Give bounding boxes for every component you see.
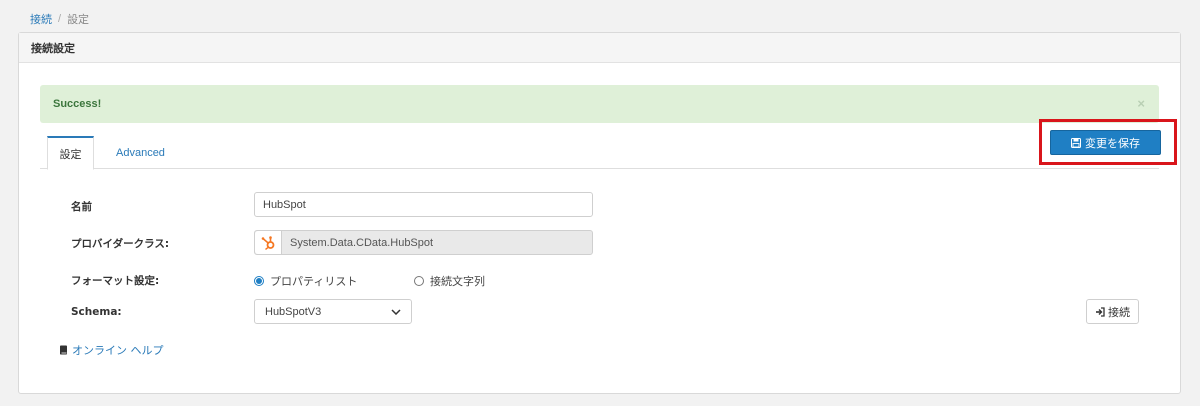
- schema-select-value: HubSpotV3: [265, 305, 322, 318]
- radio-unchecked-icon[interactable]: [414, 276, 424, 286]
- format-option-label: 接続文字列: [430, 275, 485, 288]
- panel-title: 接続設定: [19, 33, 1180, 63]
- name-label: 名前: [71, 201, 92, 213]
- breadcrumb-separator: /: [58, 13, 62, 25]
- name-field[interactable]: HubSpot: [254, 192, 593, 217]
- alert-message: Success!: [53, 98, 102, 110]
- breadcrumb: 接続 / 設定: [30, 11, 89, 27]
- connect-button[interactable]: 接続: [1086, 299, 1139, 324]
- chevron-down-icon: [391, 308, 401, 315]
- tab-settings[interactable]: 設定: [47, 136, 94, 170]
- alert-close-icon[interactable]: ×: [1137, 96, 1145, 111]
- format-label: フォーマット設定:: [71, 275, 160, 287]
- connect-button-label: 接続: [1108, 305, 1130, 319]
- tab-advanced[interactable]: Advanced: [102, 136, 179, 170]
- format-option-connection-string[interactable]: 接続文字列: [414, 273, 485, 289]
- book-icon: [60, 345, 67, 355]
- settings-panel: 接続設定 Success! × 変更を保存 設定 Advanced 名前 Hub…: [18, 32, 1181, 394]
- provider-class-value: System.Data.CData.HubSpot: [290, 236, 434, 249]
- success-alert: Success! ×: [40, 85, 1159, 123]
- online-help-link[interactable]: オンライン ヘルプ: [59, 342, 164, 358]
- radio-checked-icon[interactable]: [254, 276, 264, 286]
- provider-class-field: System.Data.CData.HubSpot: [254, 230, 593, 255]
- schema-select[interactable]: HubSpotV3: [254, 299, 412, 324]
- provider-class-label: プロバイダークラス:: [71, 238, 170, 250]
- format-option-label: プロパティリスト: [270, 275, 358, 288]
- online-help-label: オンライン ヘルプ: [72, 344, 164, 357]
- settings-tabs: 設定 Advanced: [40, 136, 1159, 170]
- schema-label: Schema:: [71, 306, 122, 318]
- sign-in-icon: [1096, 306, 1105, 317]
- format-option-property-list[interactable]: プロパティリスト: [254, 273, 357, 289]
- name-field-value: HubSpot: [263, 198, 306, 211]
- breadcrumb-link-connections[interactable]: 接続: [30, 11, 52, 27]
- breadcrumb-current: 設定: [67, 14, 90, 26]
- hubspot-logo-icon: [255, 231, 282, 254]
